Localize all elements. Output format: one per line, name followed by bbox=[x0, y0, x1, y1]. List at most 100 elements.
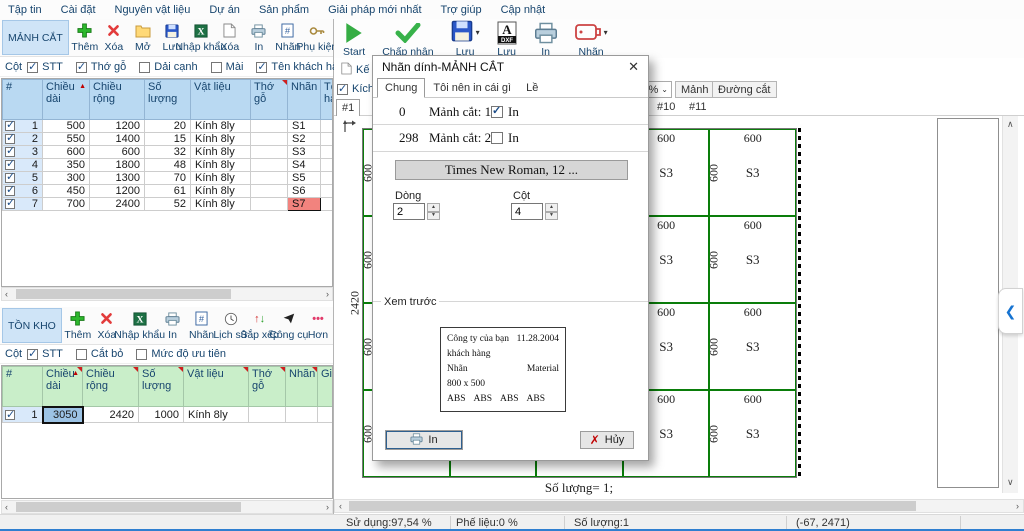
col-header-length[interactable]: Chiều dài bbox=[42, 79, 90, 120]
col-header-item[interactable]: Tên hàng bbox=[320, 79, 332, 120]
scrollbar-thumb[interactable] bbox=[16, 502, 241, 512]
option-grain[interactable]: Thớ gỗ bbox=[75, 60, 126, 73]
option-priority[interactable]: Mức độ ưu tiên bbox=[136, 348, 226, 360]
scroll-right-icon[interactable]: › bbox=[326, 288, 329, 301]
table-row[interactable]: 5300130070Kính 8lyS5 bbox=[2, 171, 332, 185]
parts-table-hscrollbar[interactable]: ‹ › bbox=[1, 287, 333, 301]
cancel-dialog-button[interactable]: ✗ Hủy bbox=[580, 431, 634, 449]
dropdown-caret-icon[interactable]: ▾ bbox=[476, 28, 480, 37]
spin-up-icon[interactable]: ▲ bbox=[427, 203, 440, 212]
menu-help[interactable]: Trợ giúp bbox=[441, 4, 482, 16]
clear-button[interactable]: Xóa bbox=[217, 20, 243, 55]
label-layout-button[interactable]: ▾ Nhãn bbox=[574, 20, 608, 58]
col-header-qty[interactable]: Số lượng bbox=[138, 366, 184, 407]
table-row[interactable]: 6450120061Kính 8lyS6 bbox=[2, 184, 332, 198]
scroll-down-icon[interactable]: ∨ bbox=[1007, 476, 1014, 489]
save-result-button[interactable]: ▾ Lưu bbox=[451, 20, 480, 58]
delete-part-button[interactable]: Xóa bbox=[101, 20, 127, 55]
cols-input[interactable] bbox=[511, 203, 543, 220]
menu-update[interactable]: Cập nhật bbox=[501, 4, 546, 16]
menu-settings[interactable]: Cài đặt bbox=[61, 4, 96, 16]
selected-label-cell[interactable]: S7 bbox=[287, 197, 321, 211]
col-header-qty[interactable]: Số lượng bbox=[144, 79, 191, 120]
col-header-length[interactable]: Chiều dài bbox=[42, 366, 83, 407]
option-stt[interactable]: STT bbox=[27, 60, 63, 73]
accessories-button[interactable]: Phụ kiện bbox=[296, 20, 337, 55]
tab-margins[interactable]: Lề bbox=[519, 79, 545, 97]
table-row[interactable]: 4350180048Kính 8lyS4 bbox=[2, 158, 332, 172]
start-button[interactable]: Start bbox=[343, 20, 365, 58]
selected-cell[interactable]: 3050 bbox=[41, 405, 84, 424]
print-1d-checkbox[interactable]: In bbox=[491, 104, 519, 120]
scroll-left-icon[interactable]: ‹ bbox=[5, 288, 8, 301]
spin-up-icon[interactable]: ▲ bbox=[545, 203, 558, 212]
option-edging[interactable]: Dải cạnh bbox=[139, 61, 198, 73]
sheet-cell[interactable]: 600 600 S3 bbox=[707, 129, 796, 216]
row-checkbox[interactable] bbox=[5, 121, 15, 131]
scrollbar-thumb[interactable] bbox=[16, 289, 231, 299]
view-cutlines-button[interactable]: Đường cắt bbox=[712, 81, 777, 98]
sheet-tab-1[interactable]: #1 bbox=[336, 99, 361, 116]
import-button[interactable]: X Nhập khẩu bbox=[175, 20, 226, 55]
row-checkbox[interactable] bbox=[5, 186, 15, 196]
dropdown-caret-icon[interactable]: ▾ bbox=[604, 28, 608, 37]
import-stock-button[interactable]: X Nhập khẩu bbox=[114, 308, 165, 343]
label-stock-button[interactable]: # Nhãn bbox=[189, 308, 215, 343]
table-row[interactable]: 2550140015Kính 8lyS2 bbox=[2, 132, 332, 146]
row-checkbox[interactable] bbox=[5, 199, 15, 209]
add-part-button[interactable]: Thêm bbox=[71, 20, 98, 55]
add-stock-button[interactable]: Thêm bbox=[64, 308, 91, 343]
sheet-cell[interactable]: 600 600 S3 bbox=[707, 303, 796, 390]
col-header-label[interactable]: Nhãn bbox=[287, 79, 321, 120]
menu-materials[interactable]: Nguyên vật liệu bbox=[115, 4, 191, 16]
table-row[interactable]: 1305024201000Kính 8ly bbox=[2, 405, 332, 424]
table-row[interactable]: 360060032Kính 8lyS3 bbox=[2, 145, 332, 159]
col-header-material[interactable]: Vật liệu bbox=[190, 79, 251, 120]
col-header-width[interactable]: Chiều rộng bbox=[82, 366, 139, 407]
font-select-button[interactable]: Times New Roman, 12 ... bbox=[395, 160, 628, 180]
next-sheet-preview[interactable] bbox=[937, 118, 999, 488]
scroll-left-icon[interactable]: ‹ bbox=[339, 500, 342, 513]
accept-button[interactable]: Chấp nhận bbox=[382, 20, 434, 58]
tab-what-to-print[interactable]: Tôi nên in cái gì bbox=[426, 79, 518, 97]
option-trim[interactable]: Cắt bỏ bbox=[75, 348, 123, 360]
save-dxf-button[interactable]: A DXF Lưu bbox=[497, 20, 517, 58]
print-button[interactable]: In bbox=[246, 20, 272, 55]
scroll-right-icon[interactable]: › bbox=[326, 501, 329, 514]
rows-input[interactable] bbox=[393, 203, 425, 220]
sheet-cell[interactable]: 600 600 S3 bbox=[707, 390, 796, 477]
col-header-grain[interactable]: Thớ gỗ bbox=[250, 79, 288, 120]
print-layout-button[interactable]: In bbox=[534, 20, 558, 58]
panel-expander[interactable]: ❮ bbox=[998, 288, 1023, 334]
more-button[interactable]: •••Hơn bbox=[305, 308, 331, 343]
stock-group-button[interactable]: TỒN KHO bbox=[2, 308, 62, 343]
col-header-material[interactable]: Vật liệu bbox=[183, 366, 249, 407]
close-icon[interactable]: ✕ bbox=[628, 59, 639, 75]
col-header-grain[interactable]: Thớ gỗ bbox=[248, 366, 286, 407]
col-header-width[interactable]: Chiều rộng bbox=[89, 79, 145, 120]
col-header-num[interactable]: # bbox=[2, 366, 43, 407]
scroll-up-icon[interactable]: ∧ bbox=[1007, 118, 1014, 131]
canvas-hscrollbar[interactable]: ‹ › bbox=[334, 499, 1024, 513]
menu-project[interactable]: Dự án bbox=[209, 4, 240, 16]
scroll-left-icon[interactable]: ‹ bbox=[5, 501, 8, 514]
option-dimensions[interactable]: Kích bbox=[337, 82, 374, 95]
tools-button[interactable]: Công cụ bbox=[269, 308, 308, 343]
parts-group-button[interactable]: MẢNH CẮT bbox=[2, 20, 69, 55]
sheet-tab-11[interactable]: #11 bbox=[684, 99, 712, 116]
option-stt[interactable]: STT bbox=[27, 347, 63, 360]
menu-latest-solution[interactable]: Giải pháp mới nhất bbox=[328, 4, 421, 16]
tab-general[interactable]: Chung bbox=[377, 78, 426, 98]
print-dialog-button[interactable]: In bbox=[385, 430, 463, 450]
option-grinding[interactable]: Mài bbox=[210, 61, 243, 73]
results-button[interactable]: Kế bbox=[337, 60, 374, 80]
table-row[interactable]: 7700240052Kính 8lyS7 bbox=[2, 197, 332, 211]
row-checkbox[interactable] bbox=[5, 160, 15, 170]
sheet-cell[interactable]: 600 600 S3 bbox=[707, 216, 796, 303]
row-checkbox[interactable] bbox=[5, 147, 15, 157]
stock-table-hscrollbar[interactable]: ‹ › bbox=[1, 500, 333, 514]
row-checkbox[interactable] bbox=[5, 173, 15, 183]
print-2d-checkbox[interactable]: In bbox=[491, 130, 519, 146]
scrollbar-thumb[interactable] bbox=[349, 501, 916, 511]
menu-file[interactable]: Tập tin bbox=[8, 4, 42, 16]
